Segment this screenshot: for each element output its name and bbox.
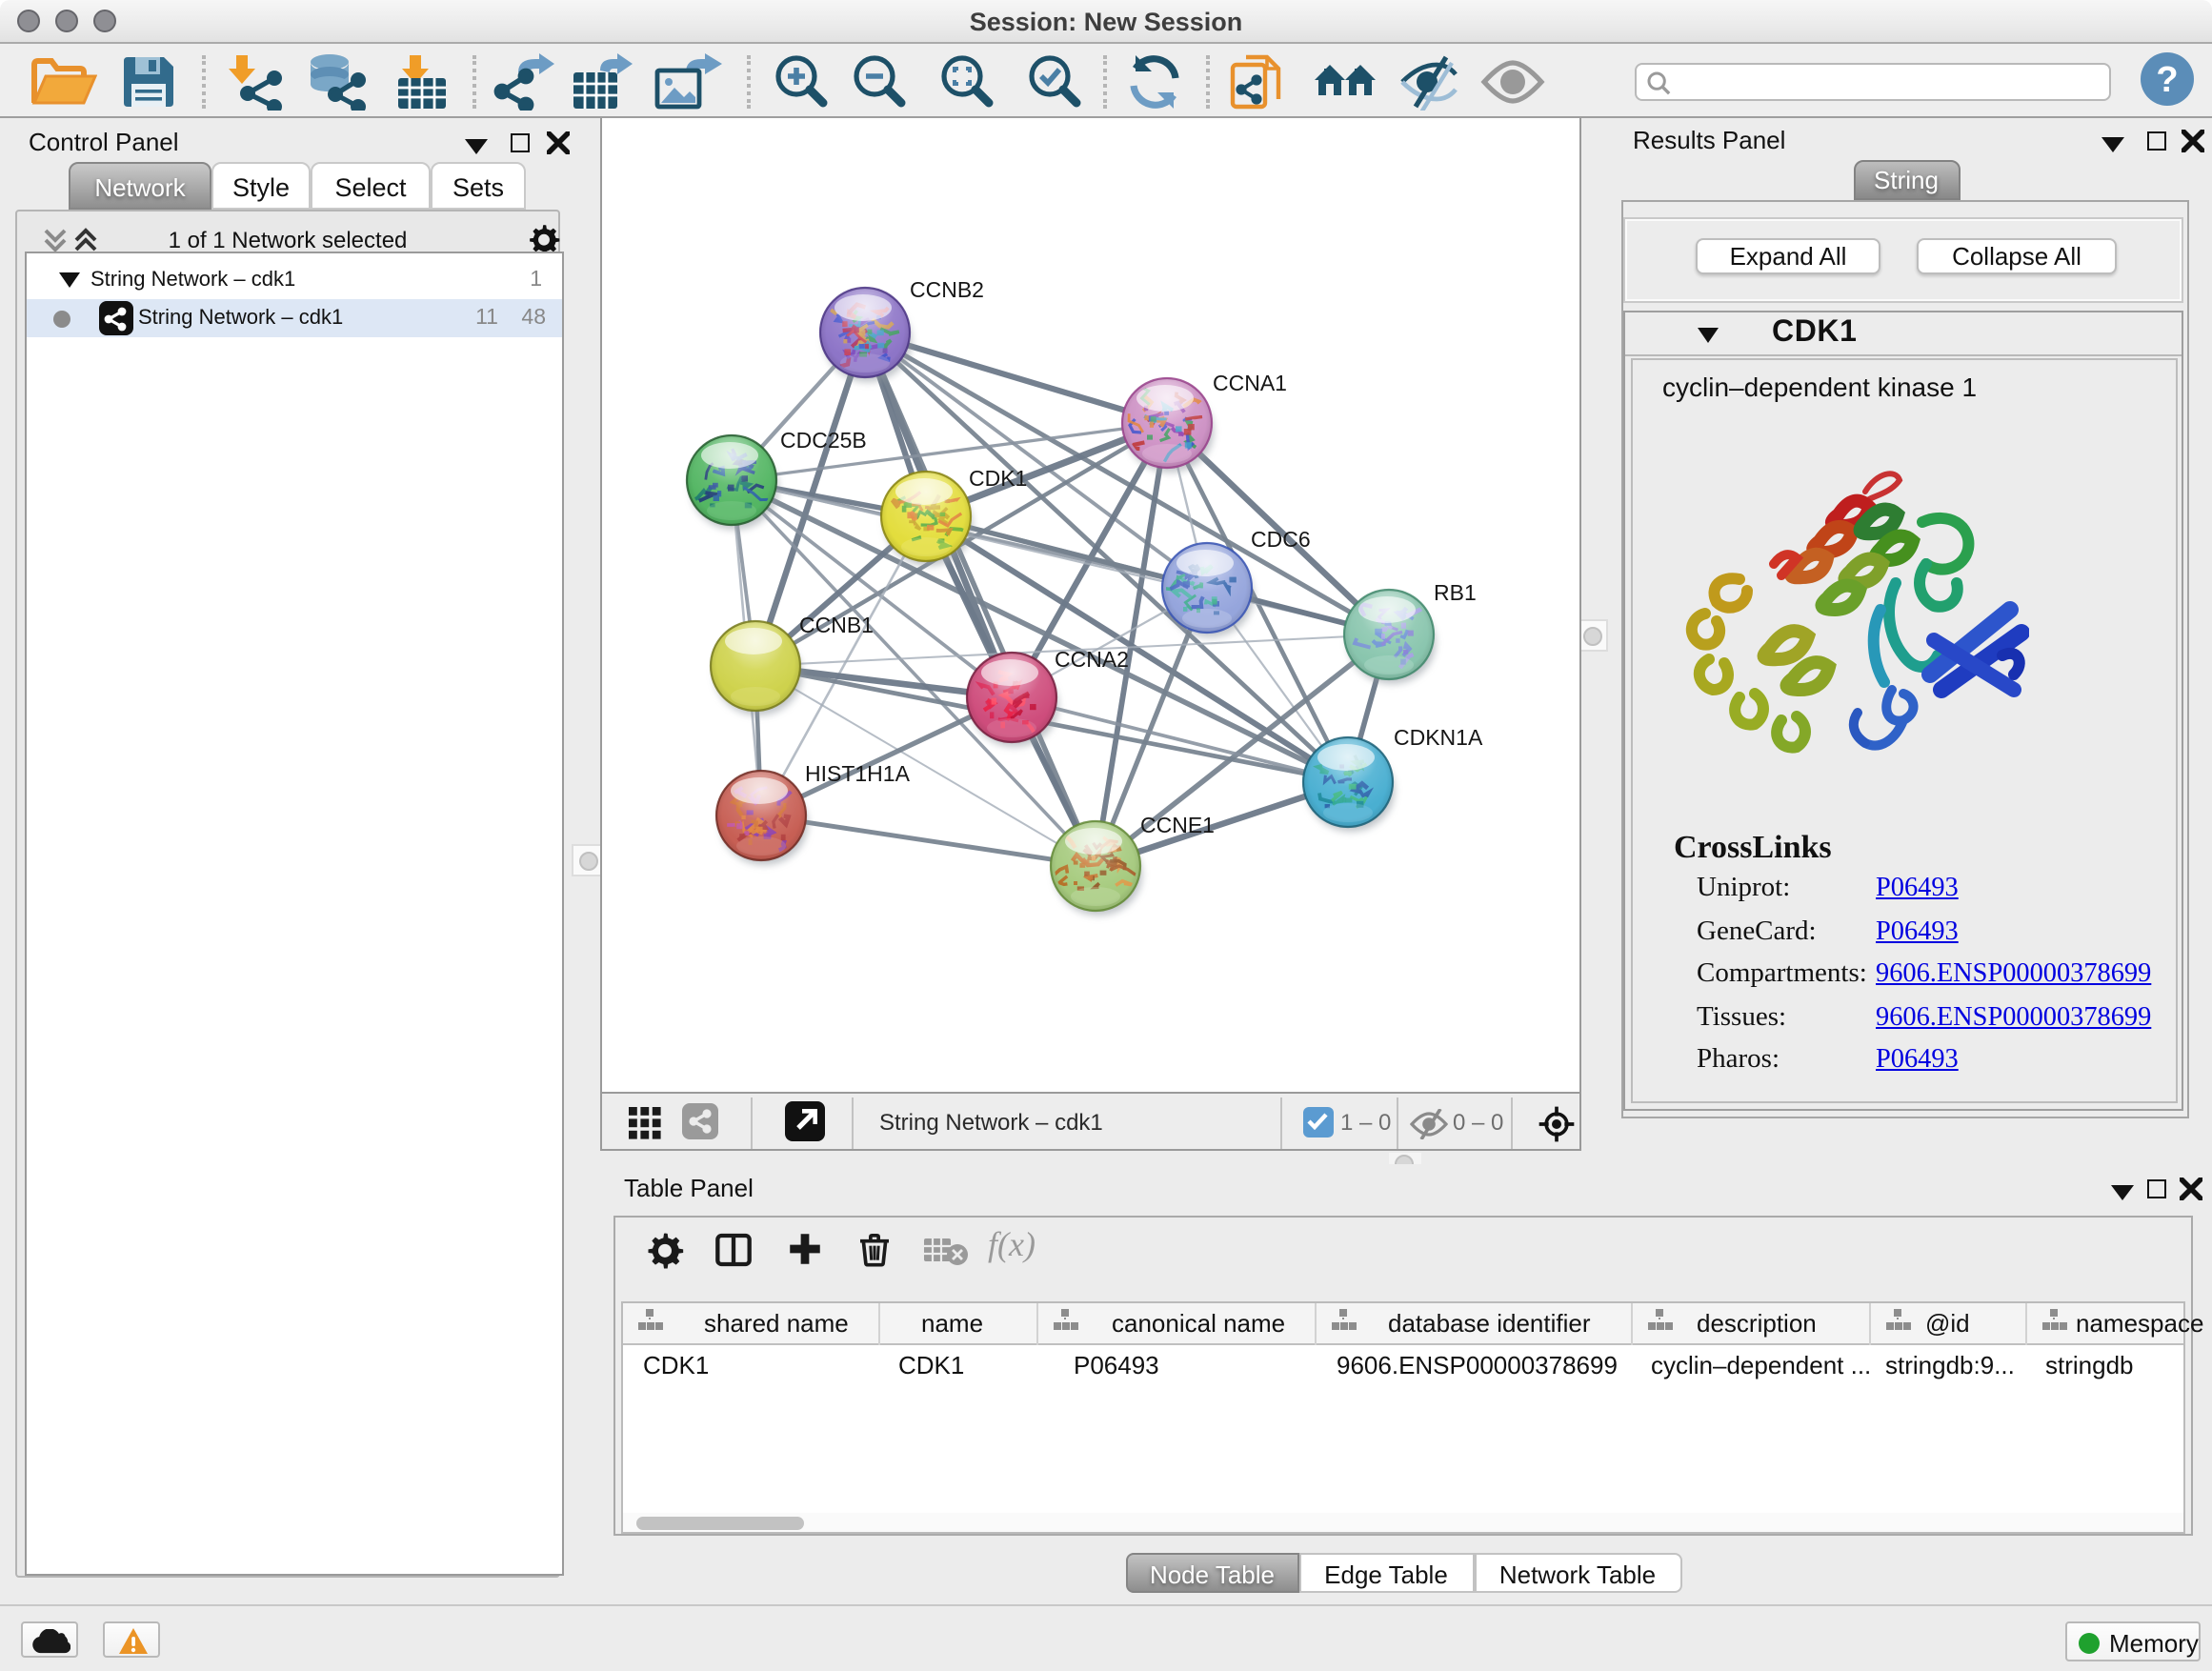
svg-text:CDK1: CDK1 [968,466,1026,491]
svg-text:?: ? [2156,59,2178,99]
svg-text:CCNA1: CCNA1 [1212,371,1286,395]
svg-text:CCNB2: CCNB2 [909,277,983,302]
svg-text:CCNB1: CCNB1 [798,613,873,637]
svg-text:CCNE1: CCNE1 [1139,813,1214,837]
svg-text:CCNA2: CCNA2 [1054,647,1128,672]
svg-text:CDC6: CDC6 [1250,527,1310,552]
svg-text:CDKN1A: CDKN1A [1393,725,1482,750]
svg-text:HIST1H1A: HIST1H1A [804,761,910,786]
svg-text:CDC25B: CDC25B [779,428,866,453]
svg-text:RB1: RB1 [1433,580,1476,605]
